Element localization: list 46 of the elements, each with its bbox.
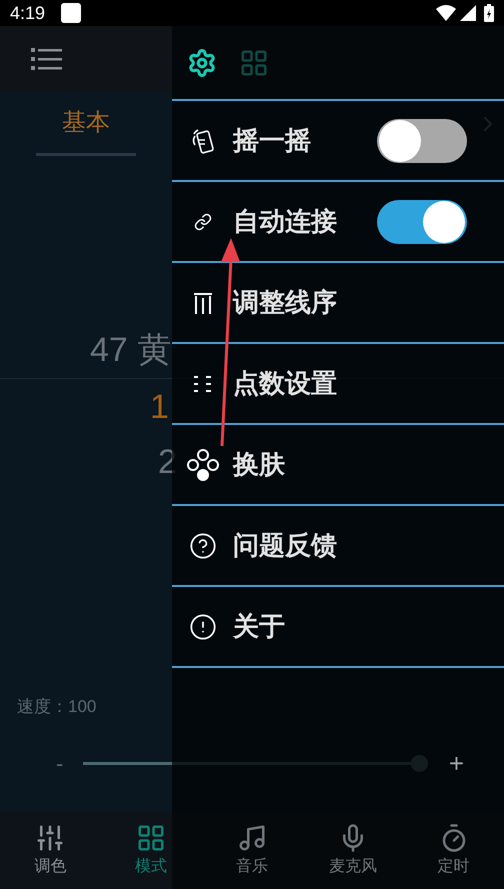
battery-icon: [484, 4, 494, 22]
plus-button[interactable]: +: [448, 744, 464, 782]
link-icon: [194, 212, 212, 230]
help-icon: [188, 532, 216, 560]
wifi-icon: [436, 5, 456, 21]
signal-icon: [460, 5, 476, 21]
toggle-switch[interactable]: [377, 118, 467, 162]
nav-label: 模式: [135, 856, 168, 876]
drawer-menu-item[interactable]: 问题反馈: [172, 506, 504, 587]
nav-label: 音乐: [236, 856, 268, 876]
drawer-menu-item[interactable]: 调整线序: [172, 263, 504, 344]
menu-item-label: 摇一摇: [233, 124, 312, 157]
settings-icon[interactable]: [187, 48, 217, 78]
nav-tab[interactable]: 调色: [0, 812, 101, 889]
menu-item-label: 问题反馈: [233, 529, 338, 562]
menu-item-label: 自动连接: [233, 205, 338, 238]
clock-time: 4:19: [10, 2, 46, 24]
nav-label: 麦克风: [328, 856, 377, 876]
nav-tab[interactable]: 麦克风: [302, 812, 404, 889]
nav-tab[interactable]: 模式: [100, 812, 202, 889]
menu-item-label: 调整线序: [233, 286, 338, 319]
nav-tab[interactable]: 定时: [403, 812, 504, 889]
info-icon: [188, 612, 216, 640]
nav-tab[interactable]: 音乐: [202, 812, 302, 889]
mode-list-item[interactable]: 47 黄: [0, 333, 172, 367]
menu-icon[interactable]: [31, 48, 62, 70]
menu-item-label: 点数设置: [233, 367, 338, 400]
circles-icon: [186, 448, 220, 482]
grid-icon: [136, 822, 166, 852]
minus-button[interactable]: -: [56, 746, 64, 780]
menu-item-label: 换肤: [233, 448, 286, 481]
drawer-menu-item[interactable]: 自动连接: [172, 182, 504, 263]
nav-label: 定时: [438, 856, 470, 876]
toggle-switch[interactable]: [377, 200, 467, 244]
category-tab[interactable]: 基本: [36, 92, 136, 156]
drawer-menu-item[interactable]: 换肤: [172, 425, 504, 506]
drawer-menu-item[interactable]: 摇一摇: [172, 101, 504, 182]
music-note-icon: [236, 822, 267, 852]
drawer-menu-item[interactable]: 关于: [172, 587, 504, 668]
speed-label: 速度：100: [17, 697, 96, 716]
nav-label: 调色: [34, 856, 66, 876]
notification-icon: [61, 3, 82, 23]
drawer-menu-item[interactable]: 点数设置: [172, 344, 504, 425]
sliders-icon: [35, 822, 66, 852]
menu-item-label: 关于: [233, 610, 286, 643]
mode-list-item[interactable]: 1: [0, 390, 169, 424]
